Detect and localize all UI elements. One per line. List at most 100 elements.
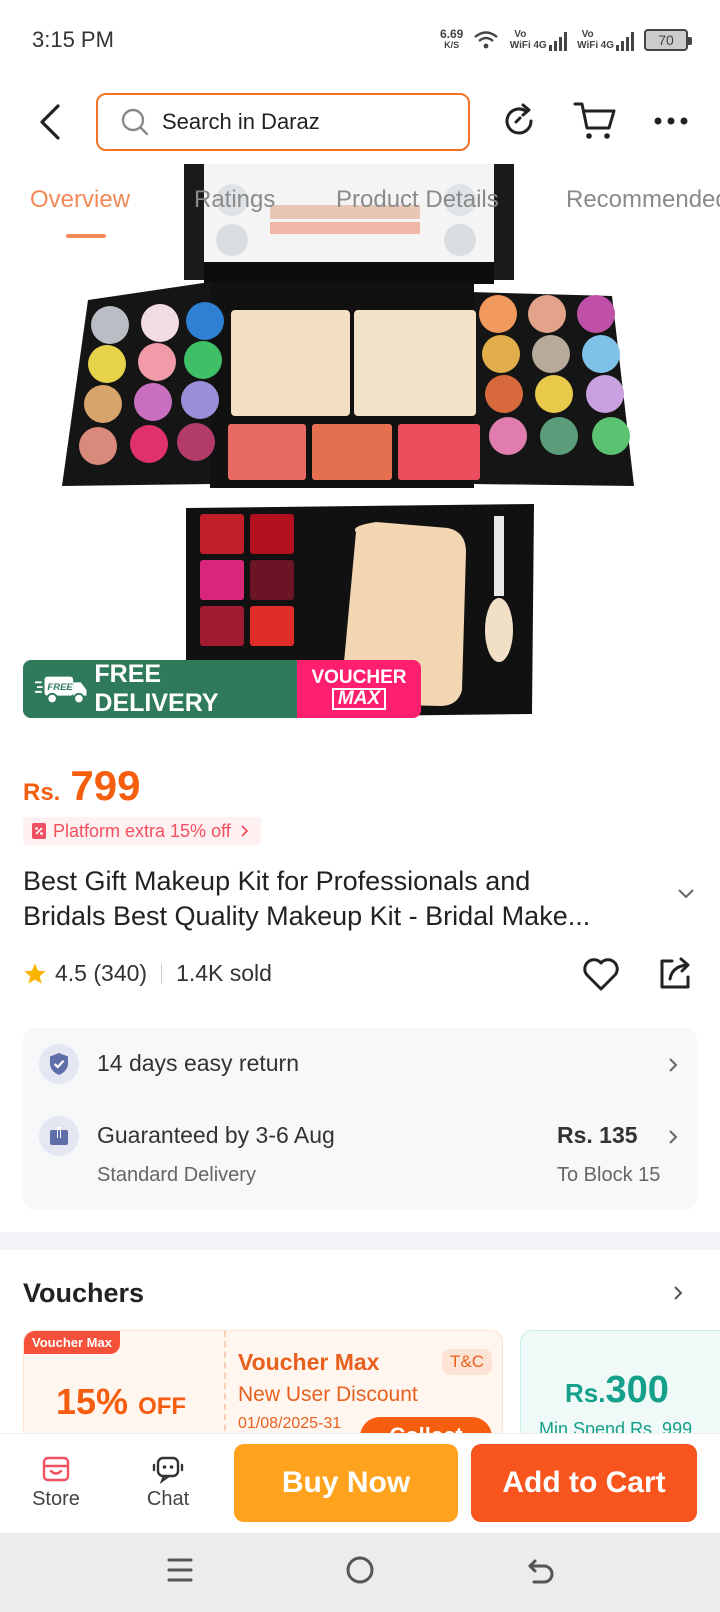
back-nav-icon[interactable] [526, 1555, 556, 1585]
status-time: 3:15 PM [32, 27, 114, 52]
system-nav-bar [0, 1533, 720, 1612]
signal-bars-icon [548, 31, 567, 51]
back-icon[interactable] [34, 102, 68, 142]
wifi-icon [474, 31, 499, 49]
add-to-cart-button[interactable]: Add to Cart [471, 1444, 697, 1522]
service-info-box: 14 days easy return Guaranteed by 3-6 Au… [23, 1028, 697, 1210]
home-icon[interactable] [345, 1555, 375, 1585]
delivery-truck-icon: FREE [35, 676, 87, 705]
delivery-price: Rs. 135 [557, 1122, 638, 1148]
more-icon[interactable] [648, 98, 694, 144]
chevron-down-icon[interactable] [676, 888, 696, 900]
speed-unit: K/S [444, 40, 460, 50]
free-delivery-badge: FREE FREE DELIVERY [23, 660, 297, 718]
voucher-currency: Rs. [565, 1378, 606, 1408]
voucher-name: Voucher Max [238, 1349, 380, 1375]
makeup-kit-image [62, 164, 634, 718]
vouchers-heading: Vouchers [23, 1278, 145, 1308]
delivery-location: To Block 15 [557, 1164, 661, 1186]
rating-divider [161, 963, 163, 984]
sim2-net: 4G [600, 40, 614, 51]
sim1-net: 4G [533, 40, 547, 51]
bottom-action-bar: Store Chat Buy Now Add to Cart [0, 1433, 720, 1533]
return-policy-text: 14 days easy return [97, 1050, 300, 1076]
platform-discount-text: Platform extra 15% off [53, 820, 231, 841]
voucher-tag: Voucher Max [24, 1331, 120, 1354]
delivery-guarantee-text: Guaranteed by 3-6 Aug [97, 1122, 335, 1148]
product-title[interactable]: Best Gift Makeup Kit for Professionals a… [23, 864, 663, 934]
product-price: Rs. 799 [23, 762, 140, 810]
shield-icon [39, 1044, 79, 1084]
store-icon [42, 1456, 70, 1482]
product-image[interactable] [0, 164, 720, 724]
buy-now-button[interactable]: Buy Now [234, 1444, 458, 1522]
voucher-date: 01/08/2025-31 [238, 1415, 342, 1432]
chevron-right-icon[interactable] [672, 1284, 684, 1302]
tab-ratings[interactable]: Ratings [194, 186, 275, 214]
delivery-row[interactable]: Guaranteed by 3-6 Aug Standard Delivery … [23, 1102, 697, 1210]
sold-count: 1.4K sold [176, 960, 272, 986]
battery-level: 70 [658, 32, 674, 48]
top-header: Search in Daraz [0, 80, 720, 164]
coupon-icon [32, 823, 46, 839]
chevron-right-icon [669, 1130, 678, 1144]
voucher-max-line2: MAX [331, 688, 387, 710]
free-badge-text: FREE [47, 682, 73, 693]
status-bar: 3:15 PM 6.69 K/S Vo WiFi 4G Vo WiFi 4G 7… [0, 0, 720, 80]
signal-bars-icon [616, 31, 634, 51]
status-icons: 6.69 K/S Vo WiFi 4G Vo WiFi 4G 70 [440, 28, 692, 51]
active-tab-indicator [66, 234, 106, 238]
promo-banner: FREE FREE DELIVERY VOUCHER MAX [23, 660, 421, 718]
cart-icon[interactable] [572, 98, 618, 144]
price-currency: Rs. [23, 779, 61, 806]
voucher-description: New User Discount [238, 1383, 418, 1406]
sim1-label: Vo WiFi [509, 29, 531, 51]
voucher-amount: Rs.300 [565, 1369, 669, 1412]
voucher-max-badge: VOUCHER MAX [297, 660, 421, 718]
product-page: 3:15 PM 6.69 K/S Vo WiFi 4G Vo WiFi 4G 7… [0, 0, 720, 1612]
refresh-icon[interactable] [496, 98, 542, 144]
voucher-divider [224, 1331, 226, 1439]
voucher-card[interactable]: Voucher Max 15% OFF Voucher Max New User… [23, 1330, 503, 1440]
star-icon [24, 963, 46, 984]
chevron-right-icon [241, 825, 249, 837]
voucher-amount-value: 300 [605, 1369, 669, 1411]
sim2-signal: Vo WiFi 4G [577, 29, 634, 51]
chevron-right-icon [669, 1058, 678, 1072]
search-icon [121, 108, 149, 136]
menu-icon[interactable] [166, 1555, 194, 1585]
product-title-line1: Best Gift Makeup Kit for Professionals a… [23, 866, 531, 896]
chat-button[interactable]: Chat [128, 1454, 208, 1511]
rating-row[interactable]: 4.5 (340) 1.4K sold [23, 960, 272, 987]
delivery-type-text: Standard Delivery [97, 1164, 256, 1186]
terms-link[interactable]: T&C [442, 1349, 492, 1375]
section-tabs: Overview Ratings Product Details Recomme… [0, 164, 720, 244]
chat-label: Chat [146, 1488, 190, 1510]
network-speed: 6.69 K/S [440, 28, 463, 51]
tab-recommended[interactable]: Recommended [566, 186, 720, 214]
heart-icon[interactable] [580, 953, 622, 995]
voucher-percent: 15% [56, 1381, 129, 1422]
delivery-box-icon [39, 1116, 79, 1156]
voucher-card[interactable]: Rs.300 Min.Spend Rs. 999 [520, 1330, 720, 1440]
price-value: 799 [70, 762, 141, 809]
search-placeholder: Search in Daraz [162, 109, 320, 134]
platform-discount-badge[interactable]: Platform extra 15% off [23, 817, 261, 845]
return-policy-row[interactable]: 14 days easy return [23, 1028, 697, 1098]
share-icon[interactable] [654, 953, 696, 995]
voucher-max-line1: VOUCHER [311, 667, 407, 688]
search-input[interactable]: Search in Daraz [96, 93, 470, 151]
chat-icon [152, 1456, 184, 1484]
sim1-signal: Vo WiFi 4G [509, 29, 567, 51]
sim2-label: Vo WiFi [577, 29, 599, 51]
free-delivery-text: FREE DELIVERY [94, 660, 219, 717]
product-title-line2: Bridals Best Quality Makeup Kit - Bridal… [23, 901, 591, 931]
section-divider [0, 1232, 720, 1250]
store-button[interactable]: Store [16, 1454, 96, 1511]
tab-product-details[interactable]: Product Details [336, 186, 499, 214]
tab-overview[interactable]: Overview [30, 186, 130, 214]
rating-value: 4.5 (340) [55, 960, 148, 986]
store-label: Store [32, 1488, 80, 1510]
voucher-discount: 15% OFF [56, 1381, 186, 1423]
voucher-off: OFF [138, 1393, 187, 1420]
